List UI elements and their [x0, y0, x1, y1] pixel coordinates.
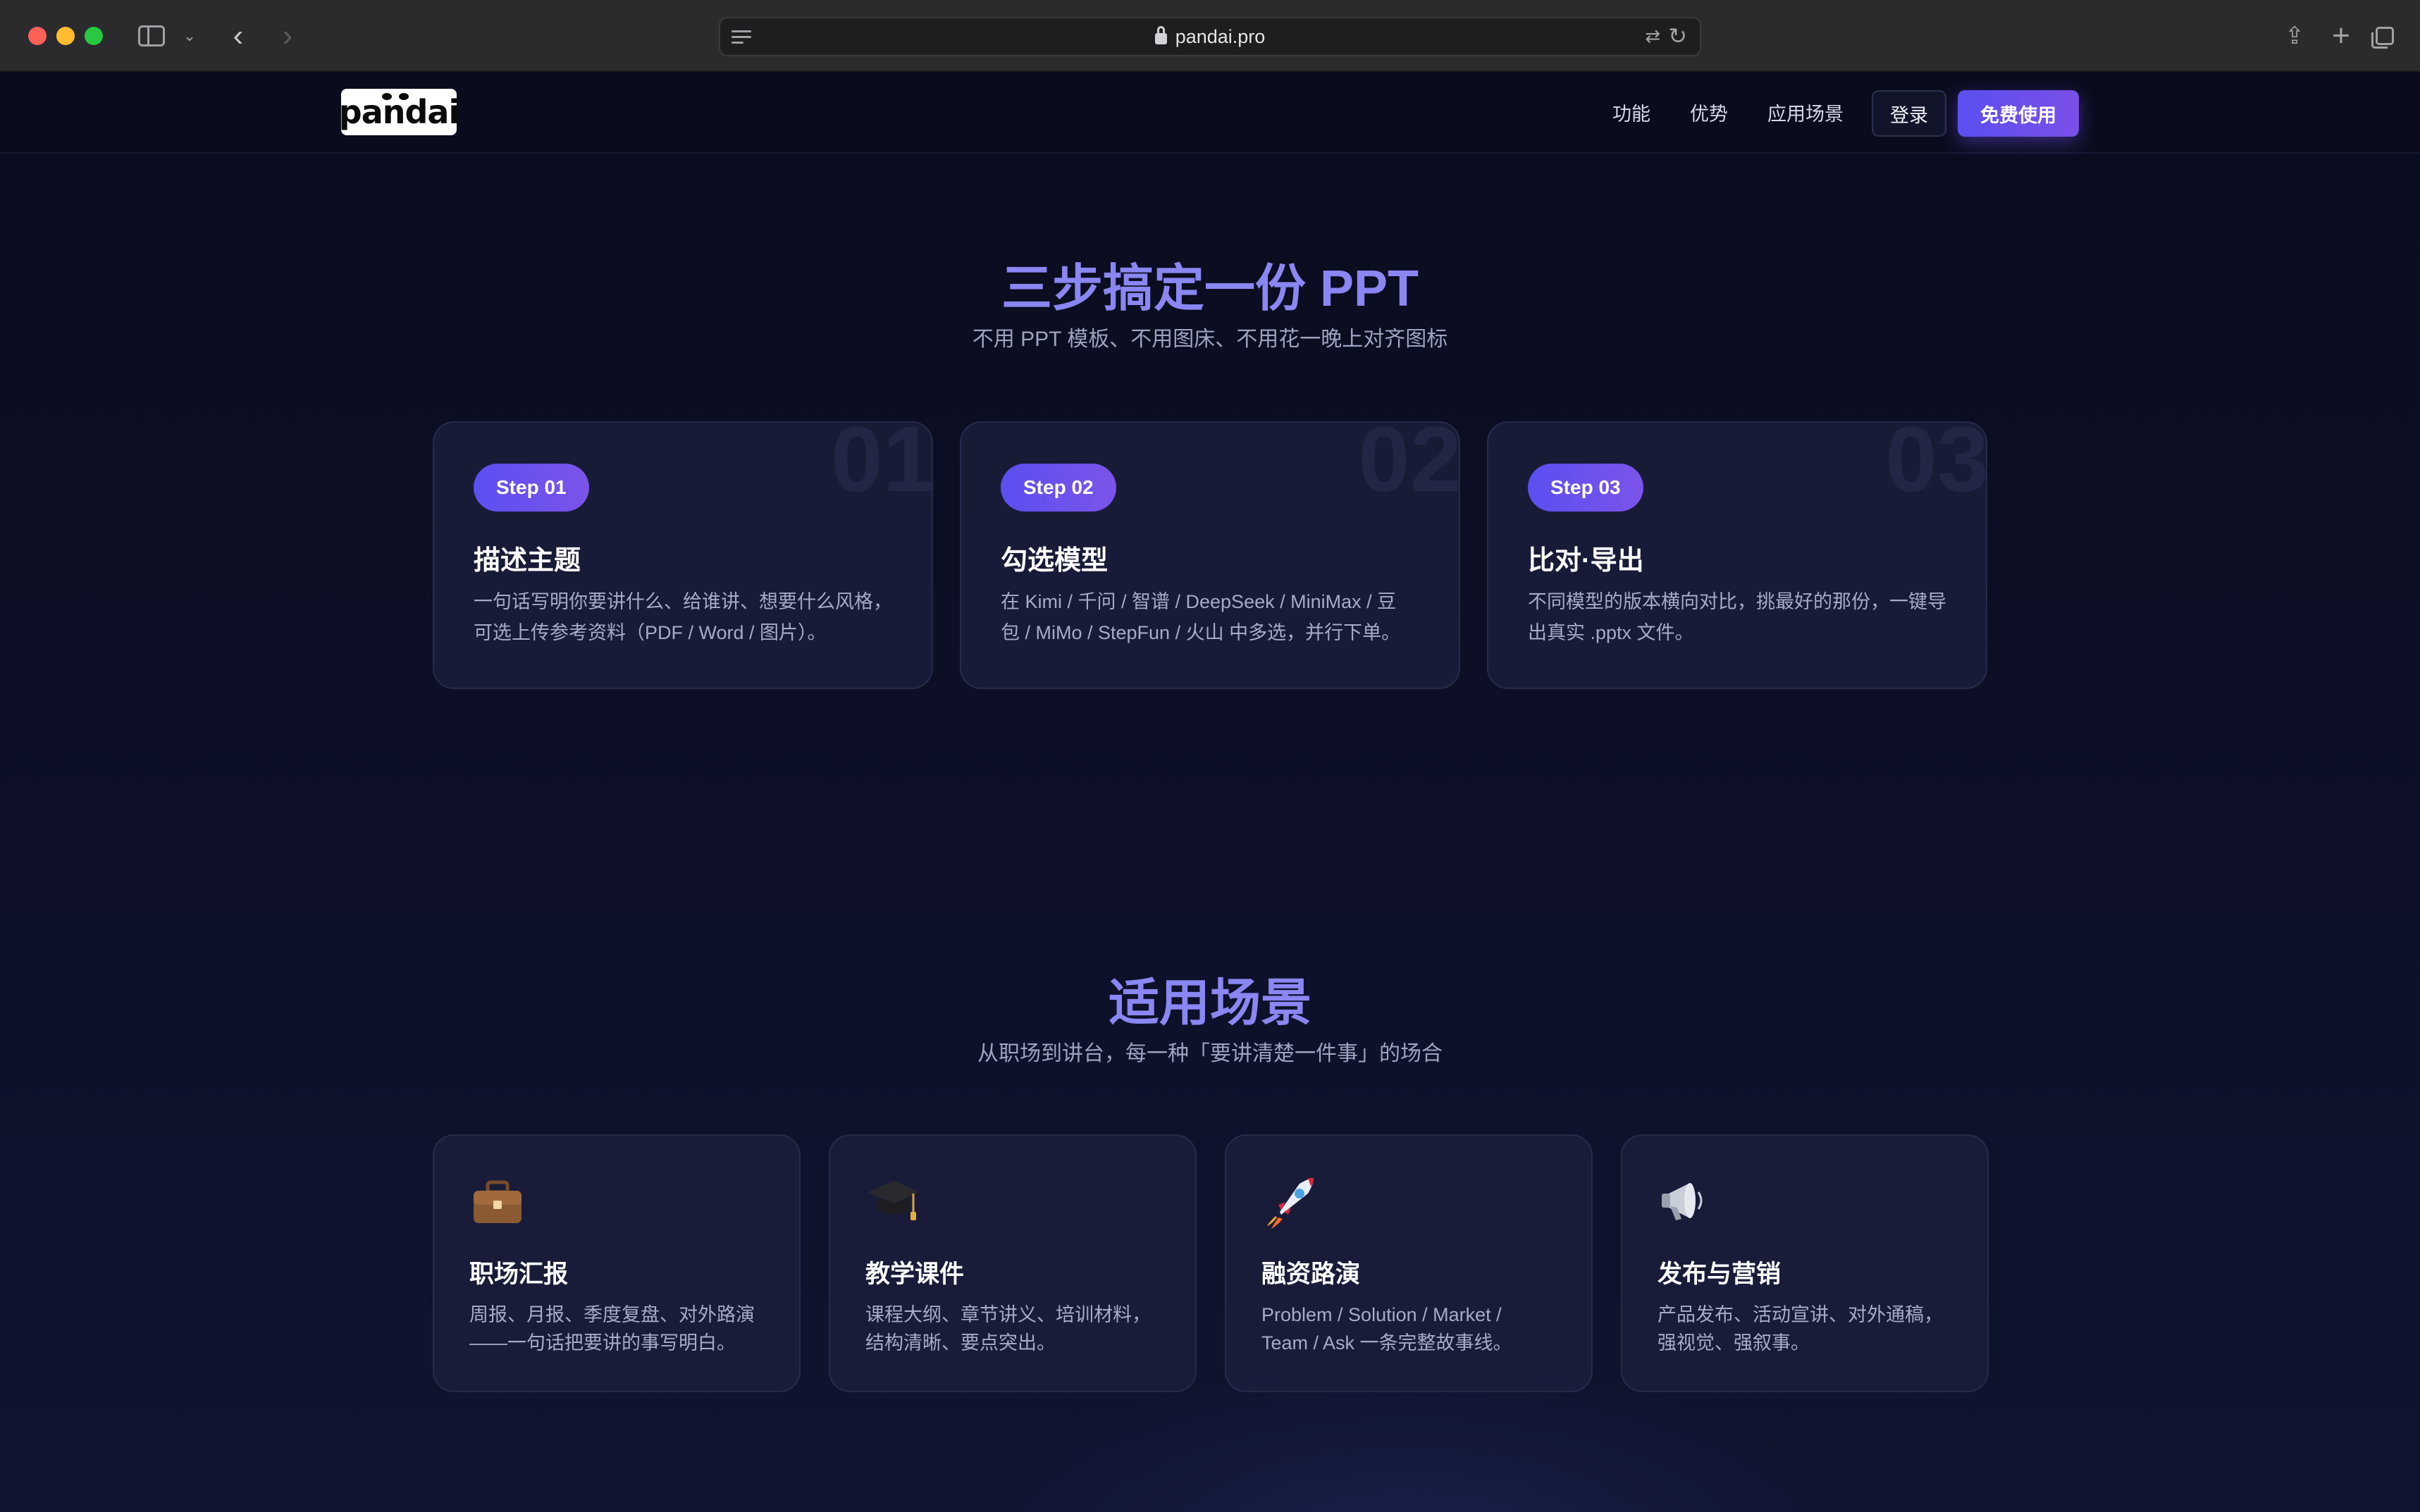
step-description-line: 可选上传参考资料（PDF / Word / 图片）。 [474, 622, 827, 643]
steps-title: 三步搞定一份 PPT [1001, 261, 1419, 317]
graduation-cap-icon [868, 1181, 919, 1220]
scene-title: 发布与营销 [1657, 1260, 1782, 1288]
step-title: 比对·导出 [1528, 546, 1644, 576]
scene-description-line: 强视觉、强叙事。 [1657, 1332, 1810, 1353]
logo-text: pandai [338, 93, 459, 131]
url-text: pandai.pro [1175, 25, 1266, 47]
back-button[interactable]: ‹ [224, 18, 252, 53]
step-title: 勾选模型 [1001, 546, 1109, 576]
forward-button[interactable]: › [273, 18, 302, 53]
scene-title: 教学课件 [865, 1260, 965, 1288]
scene-card: 融资路演 Problem / Solution / Market / Team … [1225, 1134, 1593, 1392]
scene-description: 产品发布、活动宣讲、对外通稿， 强视觉、强叙事。 [1657, 1301, 1968, 1357]
scene-title: 融资路演 [1261, 1260, 1361, 1288]
scene-title: 职场汇报 [469, 1260, 569, 1288]
step-number: 02 [1358, 421, 1460, 511]
scene-description-line: 周报、月报、季度复盘、对外路演 [469, 1304, 755, 1325]
scene-description-line: Team / Ask 一条完整故事线。 [1261, 1332, 1512, 1353]
chevron-down-icon[interactable]: ⌄ [180, 20, 199, 52]
new-tab-icon[interactable]: + [2327, 18, 2355, 53]
scenes-subtitle: 从职场到讲台，每一种「要讲清楚一件事」的场合 [977, 1042, 1443, 1065]
nav-link-features[interactable]: 功能 [1612, 96, 1650, 128]
nav-link-advantages[interactable]: 优势 [1690, 96, 1728, 128]
scenes-title: 适用场景 [1108, 975, 1311, 1031]
url-display[interactable]: pandai.pro [720, 18, 1700, 55]
free-use-button[interactable]: 免费使用 [1958, 90, 2079, 137]
sidebar-icon [138, 25, 165, 47]
site-header: pandai 功能 优势 应用场景 登录 免费使用 [0, 72, 2420, 154]
panda-ear-icon [382, 93, 392, 100]
reload-icon[interactable]: ↻ [1668, 23, 1687, 49]
scene-description-line: ——一句话把要讲的事写明白。 [469, 1332, 736, 1353]
scene-description-line: 结构清晰、要点突出。 [865, 1332, 1056, 1353]
steps-subtitle: 不用 PPT 模板、不用图床、不用花一晚上对齐图标 [972, 328, 1448, 351]
step-card: 02 Step 02 勾选模型 在 Kimi / 千问 / 智谱 / DeepS… [960, 421, 1460, 689]
step-card: 03 Step 03 比对·导出 不同模型的版本横向对比，挑最好的那份，一键导 … [1487, 421, 1987, 689]
minimize-window-button[interactable] [56, 27, 75, 45]
address-bar[interactable]: pandai.pro ⇄ ↻ [719, 17, 1701, 56]
zoom-window-button[interactable] [85, 27, 103, 45]
scene-description: 周报、月报、季度复盘、对外路演 ——一句话把要讲的事写明白。 [469, 1301, 779, 1357]
step-description: 不同模型的版本横向对比，挑最好的那份，一键导 出真实 .pptx 文件。 [1528, 586, 1958, 648]
briefcase-icon [474, 1180, 521, 1223]
tab-overview-icon[interactable] [2371, 20, 2399, 52]
translate-icon[interactable]: ⇄ [1645, 25, 1660, 47]
rocket-icon [1267, 1178, 1314, 1229]
panda-ear-icon [399, 93, 409, 100]
step-number: 03 [1885, 421, 1987, 511]
step-description-line: 不同模型的版本横向对比，挑最好的那份，一键导 [1528, 591, 1946, 612]
browser-toolbar: ⌄ ‹ › pandai.pro ⇄ ↻ ⇪ + [0, 0, 2420, 72]
megaphone-icon [1662, 1183, 1703, 1220]
scene-card: 职场汇报 周报、月报、季度复盘、对外路演 ——一句话把要讲的事写明白。 [433, 1134, 801, 1392]
step-card: 01 Step 01 描述主题 一句话写明你要讲什么、给谁讲、想要什么风格， 可… [433, 421, 933, 689]
step-description-line: 包 / MiMo / StepFun / 火山 中多选，并行下单。 [1001, 622, 1401, 643]
step-number: 01 [831, 421, 933, 511]
logo[interactable]: pandai [338, 89, 459, 135]
step-description: 在 Kimi / 千问 / 智谱 / DeepSeek / MiniMax / … [1001, 586, 1431, 648]
step-description-line: 一句话写明你要讲什么、给谁讲、想要什么风格， [474, 591, 892, 612]
nav-link-scenarios[interactable]: 应用场景 [1767, 96, 1844, 128]
step-badge: Step 03 [1528, 464, 1643, 512]
lock-icon [1154, 26, 1167, 44]
step-title: 描述主题 [474, 546, 581, 576]
step-badge: Step 01 [474, 464, 589, 512]
scene-card: 教学课件 课程大纲、章节讲义、培训材料， 结构清晰、要点突出。 [829, 1134, 1197, 1392]
page: pandai 功能 优势 应用场景 登录 免费使用 三步搞定一份 PPT 不用 … [0, 72, 2420, 1512]
scene-card: 发布与营销 产品发布、活动宣讲、对外通稿， 强视觉、强叙事。 [1621, 1134, 1989, 1392]
sidebar-toggle-button[interactable] [135, 20, 168, 52]
share-icon[interactable]: ⇪ [2280, 20, 2309, 52]
login-button[interactable]: 登录 [1872, 90, 1946, 137]
step-description-line: 在 Kimi / 千问 / 智谱 / DeepSeek / MiniMax / … [1001, 591, 1397, 612]
step-description: 一句话写明你要讲什么、给谁讲、想要什么风格， 可选上传参考资料（PDF / Wo… [474, 586, 903, 648]
scene-description-line: 课程大纲、章节讲义、培训材料， [865, 1304, 1151, 1325]
scene-description-line: 产品发布、活动宣讲、对外通稿， [1657, 1304, 1943, 1325]
scene-description-line: Problem / Solution / Market / [1261, 1304, 1502, 1325]
scene-description: Problem / Solution / Market / Team / Ask… [1261, 1301, 1572, 1357]
step-description-line: 出真实 .pptx 文件。 [1528, 622, 1694, 643]
close-window-button[interactable] [28, 27, 47, 45]
step-badge: Step 02 [1001, 464, 1116, 512]
scene-description: 课程大纲、章节讲义、培训材料， 结构清晰、要点突出。 [865, 1301, 1175, 1357]
